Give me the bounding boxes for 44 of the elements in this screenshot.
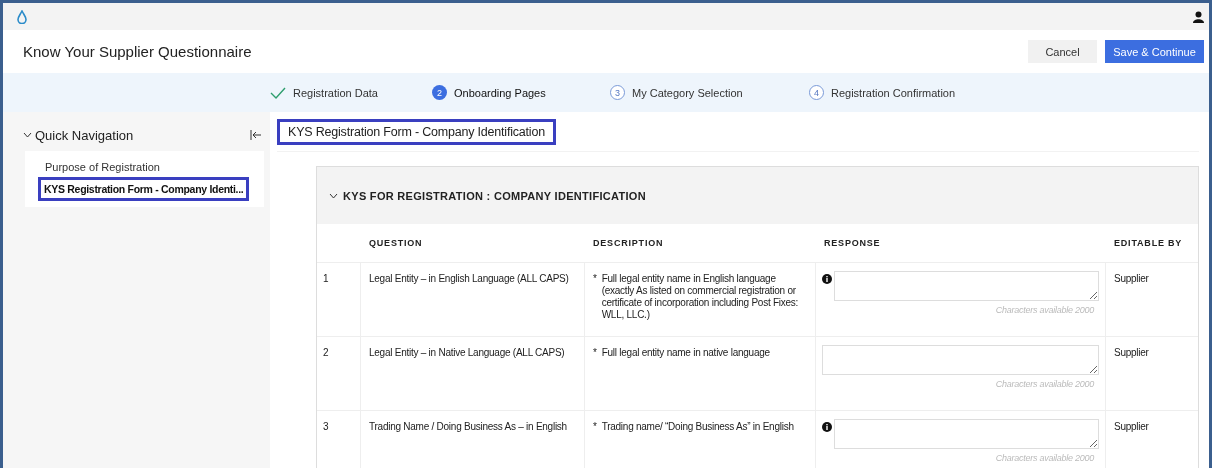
character-counter: Characters available 2000: [994, 452, 1095, 464]
navigation-item[interactable]: Purpose of Registration: [41, 157, 264, 177]
user-icon: [1193, 10, 1204, 23]
step-number: 3: [610, 85, 625, 100]
column-header: RESPONSE: [824, 238, 881, 248]
question-text: Legal Entity – in English Language (ALL CAPS): [369, 273, 569, 284]
editable-by-text: Supplier: [1114, 273, 1149, 284]
column-header: QUESTION: [369, 238, 423, 248]
question-text: Trading Name / Doing Business As – in English: [369, 421, 567, 432]
cancel-button[interactable]: Cancel: [1028, 40, 1097, 63]
response-field[interactable]: [834, 419, 1099, 449]
required-marker: *: [593, 273, 597, 286]
character-counter: Characters available 2000: [994, 378, 1095, 390]
description-text: Full legal entity name in native language: [601, 347, 770, 360]
collapse-panel-icon[interactable]: [250, 129, 262, 141]
column-header: DESCRIPTION: [593, 238, 664, 248]
save-continue-button[interactable]: Save & Continue: [1105, 40, 1204, 63]
row-number: 2: [323, 347, 329, 358]
row-number: 1: [323, 273, 329, 284]
section-header[interactable]: KYS FOR REGISTRATION : COMPANY IDENTIFICATION: [317, 167, 1198, 224]
description-text: Trading name/ “Doing Business As” in English: [601, 421, 794, 434]
droplet-icon: [17, 9, 27, 24]
navigation-item[interactable]: KYS Registration Form - Company Identi...: [38, 177, 249, 201]
description-text: Full legal entity name in English language (exactly As listed on commercial registration or certificate of incorporation including Post Fixes: WLL, LLC.): [601, 273, 800, 322]
step-label[interactable]: Onboarding Pages: [454, 86, 546, 99]
chevron-icon[interactable]: [23, 132, 32, 138]
step-number: 2: [432, 85, 447, 100]
character-counter: Characters available 2000: [994, 304, 1095, 316]
required-marker: *: [593, 347, 597, 360]
page-title: Know Your Supplier Questionnaire: [23, 43, 252, 60]
step-label[interactable]: Registration Confirmation: [831, 86, 956, 99]
response-field[interactable]: [834, 271, 1099, 301]
step-label[interactable]: Registration Data: [293, 86, 378, 99]
required-marker: *: [593, 421, 597, 434]
row-number: 3: [323, 421, 329, 432]
response-field[interactable]: [822, 345, 1099, 375]
page-heading: KYS Registration Form - Company Identification: [277, 119, 556, 145]
section-title: KYS FOR REGISTRATION : COMPANY IDENTIFICATION: [343, 189, 646, 202]
column-header: EDITABLE BY: [1114, 238, 1183, 248]
editable-by-text: Supplier: [1114, 421, 1149, 432]
step-number: 4: [809, 85, 824, 100]
editable-by-text: Supplier: [1114, 347, 1149, 358]
question-text: Legal Entity – in Native Language (ALL CAPS): [369, 347, 565, 358]
step-label[interactable]: My Category Selection: [632, 86, 743, 99]
